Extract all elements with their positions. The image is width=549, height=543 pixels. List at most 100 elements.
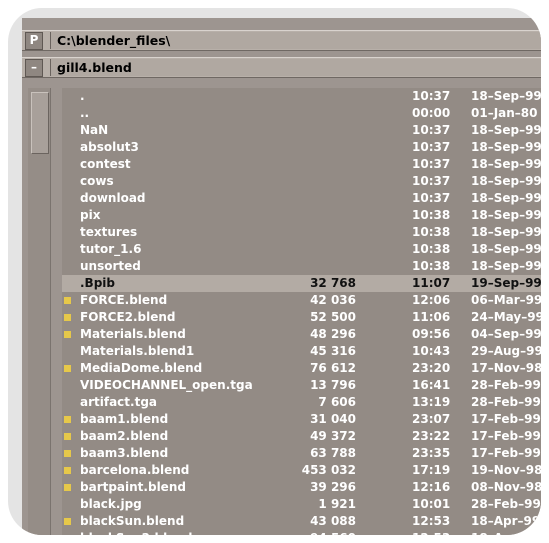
- file-name: tutor_1.6: [80, 242, 142, 256]
- file-time: 11:07: [412, 276, 451, 290]
- file-date: 18–Sep–99: [471, 191, 541, 205]
- directory-row[interactable]: NaN 10:37 18–Sep–99: [62, 122, 541, 139]
- file-date: 28–Feb–99: [471, 497, 541, 511]
- directory-row[interactable]: .. 00:00 01–Jan–80: [62, 105, 541, 122]
- directory-row[interactable]: tutor_1.6 10:38 18–Sep–99: [62, 241, 541, 258]
- file-size: 48 296: [310, 327, 356, 341]
- file-size: 1 921: [318, 497, 356, 511]
- file-row[interactable]: baam2.blend 49 372 23:22 17–Feb–99: [62, 428, 541, 445]
- file-time: 00:00: [412, 106, 451, 120]
- file-row[interactable]: blackSun.blend 43 088 12:53 18–Apr–99: [62, 513, 541, 530]
- file-row[interactable]: artifact.tga 7 606 13:19 28–Feb–99: [62, 394, 541, 411]
- file-size: 52 500: [310, 310, 356, 324]
- filename-toggle-button[interactable]: –: [25, 59, 43, 77]
- file-time: 10:38: [412, 259, 451, 273]
- file-browser-window: P C:\blender_files\ – gill4.blend . 10:37…: [22, 18, 541, 535]
- file-time: 10:38: [412, 225, 451, 239]
- file-row[interactable]: blackSun2.blend 94 560 12:53 18–Apr–99: [62, 530, 541, 535]
- file-size: 42 036: [310, 293, 356, 307]
- file-time: 09:56: [412, 327, 451, 341]
- file-time: 10:37: [412, 123, 451, 137]
- file-time: 23:07: [412, 412, 451, 426]
- path-field[interactable]: C:\blender_files\: [50, 32, 541, 49]
- blend-file-marker-icon: [64, 297, 71, 304]
- file-time: 10:37: [412, 140, 451, 154]
- file-name: .Bpib: [80, 276, 115, 290]
- blend-file-marker-icon: [64, 331, 71, 338]
- path-bar: P C:\blender_files\: [22, 30, 541, 51]
- directory-row[interactable]: pix 10:38 18–Sep–99: [62, 207, 541, 224]
- file-size: 453 032: [301, 463, 356, 477]
- file-date: 28–Feb–99: [471, 378, 541, 392]
- file-name: FORCE2.blend: [80, 310, 176, 324]
- directory-row[interactable]: . 10:37 18–Sep–99: [62, 88, 541, 105]
- blend-file-marker-icon: [64, 467, 71, 474]
- directory-row[interactable]: download 10:37 18–Sep–99: [62, 190, 541, 207]
- blend-file-marker-icon: [64, 365, 71, 372]
- file-row[interactable]: FORCE2.blend 52 500 11:06 24–May–99: [62, 309, 541, 326]
- file-time: 12:16: [412, 480, 451, 494]
- file-name: blackSun2.blend: [80, 530, 193, 535]
- file-size: 43 088: [310, 514, 356, 528]
- file-time: 10:43: [412, 344, 451, 358]
- file-size: 63 788: [310, 446, 356, 460]
- file-row[interactable]: black.jpg 1 921 10:01 28–Feb–99: [62, 496, 541, 513]
- file-row[interactable]: MediaDome.blend 76 612 23:20 17–Nov–98: [62, 360, 541, 377]
- file-name: contest: [80, 157, 131, 171]
- directory-row[interactable]: absolut3 10:37 18–Sep–99: [62, 139, 541, 156]
- vertical-scrollbar[interactable]: [28, 88, 51, 535]
- file-name: baam1.blend: [80, 412, 169, 426]
- file-size: 49 372: [310, 429, 356, 443]
- file-name: .: [80, 89, 85, 103]
- file-row[interactable]: VIDEOCHANNEL_open.tga 13 796 16:41 28–Feb–9…: [62, 377, 541, 394]
- scrollbar-thumb[interactable]: [31, 92, 49, 154]
- file-name: baam3.blend: [80, 446, 169, 460]
- file-name: absolut3: [80, 140, 139, 154]
- file-list: . 10:37 18–Sep–99.. 00:00 01–Jan–80 NaN 10:37 1…: [62, 88, 541, 535]
- parent-dir-button[interactable]: P: [25, 32, 43, 50]
- blend-file-marker-icon: [64, 450, 71, 457]
- file-size: 31 040: [310, 412, 356, 426]
- directory-row[interactable]: contest 10:37 18–Sep–99: [62, 156, 541, 173]
- file-size: 32 768: [310, 276, 356, 290]
- file-date: 06–Mar–99: [471, 293, 541, 307]
- file-size: 76 612: [310, 361, 356, 375]
- file-row[interactable]: baam1.blend 31 040 23:07 17–Feb–99: [62, 411, 541, 428]
- file-date: 19–Nov–98: [471, 463, 541, 477]
- file-name: blackSun.blend: [80, 514, 185, 528]
- file-row[interactable]: Materials.blend1 45 316 10:43 29–Aug–99: [62, 343, 541, 360]
- file-size: 13 796: [310, 378, 356, 392]
- file-time: 23:20: [412, 361, 451, 375]
- file-date: 17–Feb–99: [471, 429, 541, 443]
- file-time: 10:37: [412, 174, 451, 188]
- file-date: 01–Jan–80: [471, 106, 538, 120]
- directory-row[interactable]: textures 10:38 18–Sep–99: [62, 224, 541, 241]
- file-row[interactable]: barcelona.blend 453 032 17:19 19–Nov–98: [62, 462, 541, 479]
- file-row[interactable]: baam3.blend 63 788 23:35 17–Feb–99: [62, 445, 541, 462]
- blend-file-marker-icon: [64, 314, 71, 321]
- file-name: black.jpg: [80, 497, 142, 511]
- file-size: 94 560: [256, 530, 356, 535]
- blend-file-marker-icon: [64, 484, 71, 491]
- file-row[interactable]: .Bpib 32 768 11:07 19–Sep–99: [62, 275, 541, 292]
- file-name: VIDEOCHANNEL_open.tga: [80, 378, 253, 392]
- file-name: barcelona.blend: [80, 463, 190, 477]
- file-date: 28–Feb–99: [471, 395, 541, 409]
- file-date: 18–Sep–99: [471, 123, 541, 137]
- file-date: 08–Nov–98: [471, 480, 541, 494]
- file-row[interactable]: FORCE.blend 42 036 12:06 06–Mar–99: [62, 292, 541, 309]
- file-date: 17–Feb–99: [471, 412, 541, 426]
- directory-row[interactable]: unsorted 10:38 18–Sep–99: [62, 258, 541, 275]
- file-name: ..: [80, 106, 90, 120]
- directory-row[interactable]: cows 10:37 18–Sep–99: [62, 173, 541, 190]
- file-name: download: [80, 191, 146, 205]
- file-row[interactable]: Materials.blend 48 296 09:56 04–Sep–99: [62, 326, 541, 343]
- file-time: 17:19: [412, 463, 451, 477]
- file-name: Materials.blend1: [80, 344, 195, 358]
- blend-file-marker-icon: [64, 416, 71, 423]
- file-time: 11:06: [412, 310, 451, 324]
- file-row[interactable]: bartpaint.blend 39 296 12:16 08–Nov–98: [62, 479, 541, 496]
- filename-field[interactable]: gill4.blend: [50, 59, 541, 76]
- file-time: 10:38: [412, 242, 451, 256]
- file-date: 18–Sep–99: [471, 140, 541, 154]
